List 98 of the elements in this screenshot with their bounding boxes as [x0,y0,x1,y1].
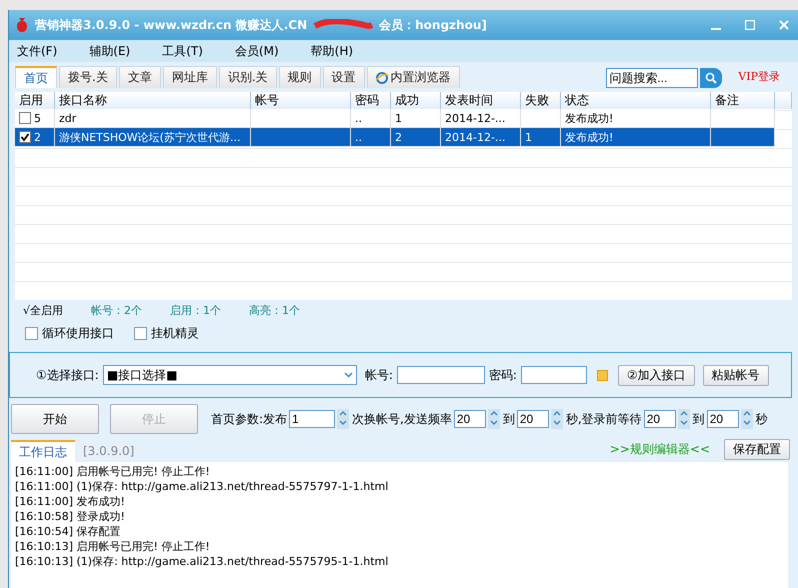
password-field[interactable] [520,366,587,384]
tab[interactable]: 识别.关 [218,66,277,88]
column-header[interactable]: 帐号 [251,92,351,109]
row-checkbox[interactable] [19,131,31,143]
log-line: [16:10:54] 保存配置 [15,524,122,539]
window-title-suffix: 会员：hongzhou] [379,16,487,34]
number-field[interactable]: 20 [644,410,676,428]
log-line: [16:11:00] 发布成功! [15,494,126,509]
column-header[interactable]: 接口名称 [55,92,251,109]
param-label: 到 [502,410,515,428]
table-cell[interactable]: 5 [15,109,55,128]
log-line: [16:10:13] 启用帐号已用完! 停止工作! [15,539,211,554]
tab[interactable]: 网址库 [162,66,217,88]
param-label: 次换帐号,发送频率 [352,410,452,428]
table-cell: .. [351,109,391,128]
checkbox-label: 循环使用接口 [42,325,114,342]
log-line: [16:11:00] (1)保存: http://game.ali213.net/thread-5575797-1-1.html [15,479,390,494]
search-button[interactable] [700,68,722,88]
close-icon [779,20,789,30]
table-cell: 发布成功! [561,128,711,147]
table-cell [711,109,775,128]
table-cell: .. [351,128,391,147]
tab[interactable]: 文章 [118,66,161,88]
tab[interactable]: 规则 [278,66,321,88]
minimize-icon [711,28,721,30]
browser-icon [376,72,388,84]
account-field[interactable] [396,366,485,384]
start-button[interactable]: 开始 [11,404,99,434]
field-label: 帐号: [364,366,393,384]
vip-login-link[interactable]: VIP登录 [738,69,780,84]
interface-dropdown[interactable]: ■接口选择■ [102,365,357,385]
spinner-icon[interactable] [337,409,350,429]
field-label: ①选择接口: [36,366,99,384]
number-field[interactable]: 1 [289,410,336,428]
table-cell: 发布成功! [561,109,711,128]
column-header[interactable]: 备注 [711,92,775,109]
field-label: 密码: [488,366,517,384]
checkbox[interactable] [25,327,38,340]
header-filler [775,92,792,109]
checkbox-label: 挂机精灵 [151,325,199,342]
param-label: 秒 [756,410,768,428]
tab[interactable]: 设置 [322,66,365,88]
menu-item[interactable]: 帮助(H) [310,42,354,60]
paste-account-button[interactable]: 粘贴帐号 [702,364,769,386]
table-cell: 游侠NETSHOW论坛(苏宁次世代游... [55,128,251,147]
column-header[interactable]: 失败 [521,92,561,109]
table-cell: zdr [55,109,251,128]
table-cell[interactable]: 2 [15,128,55,147]
search-icon [705,72,718,84]
checkbox[interactable] [134,327,147,340]
table-cell: 2014-12-... [441,128,521,147]
row-number: 2 [34,130,41,144]
count-label: 启用：1个 [170,303,222,319]
count-label: 帐号：2个 [91,303,142,319]
menu-item[interactable]: 工具(T) [162,42,203,60]
maximize-icon [745,20,755,30]
number-field[interactable]: 20 [454,410,486,428]
table-cell: 2014-12-... [441,109,521,128]
table-cell: 1 [391,109,441,128]
search-field[interactable]: 问题搜索... [606,68,698,88]
menu-item[interactable]: 会员(M) [234,42,279,60]
spinner-icon[interactable] [678,409,690,429]
row-number: 5 [34,112,41,124]
enable-all-link[interactable]: √全启用 [23,303,64,319]
row-checkbox[interactable] [19,112,31,124]
menu-item[interactable]: 辅助(E) [89,42,130,60]
spinner-icon[interactable] [740,409,753,429]
chevron-down-icon [344,372,353,378]
number-field[interactable]: 20 [706,410,739,428]
window-title: 营销神器3.0.9.0 - www.wzdr.cn 微赚达人.CN [35,16,308,34]
tab[interactable]: 工作日志 [11,440,75,462]
add-interface-button[interactable]: ②加入接口 [618,364,695,386]
menu-item[interactable]: 文件(F) [17,42,58,60]
redaction-scribble [313,19,374,31]
column-header[interactable]: 发表时间 [441,92,521,109]
tab[interactable]: 首页 [15,66,57,88]
param-label: 首页参数:发布 [211,410,288,428]
param-label: 到 [692,410,705,428]
column-header[interactable]: 状态 [561,92,711,109]
money-bag-icon [15,17,29,33]
column-header[interactable]: 成功 [391,92,441,109]
table-cell [521,109,561,128]
number-field[interactable]: 20 [516,410,549,428]
log-line: [16:10:58] 登录成功! [15,509,126,524]
column-header[interactable]: 密码 [351,92,391,109]
log-line: [16:11:00] 启用帐号已用完! 停止工作! [15,464,211,479]
spinner-icon[interactable] [550,409,563,429]
log-line: [16:10:13] (1)保存: http://game.ali213.net/thread-5575795-1-1.html [15,554,390,569]
save-config-button[interactable]: 保存配置 [724,439,790,460]
count-label: 高亮：1个 [249,303,300,319]
table-cell: 1 [521,128,561,147]
tab[interactable]: 内置浏览器 [366,66,460,88]
spinner-icon[interactable] [488,409,500,429]
table-cell: 2 [391,128,441,147]
tab[interactable]: 拨号.关 [59,66,117,88]
table-cell [711,128,775,147]
param-label: 秒,登录前等待 [566,410,642,428]
column-header[interactable]: 启用 [15,92,55,109]
